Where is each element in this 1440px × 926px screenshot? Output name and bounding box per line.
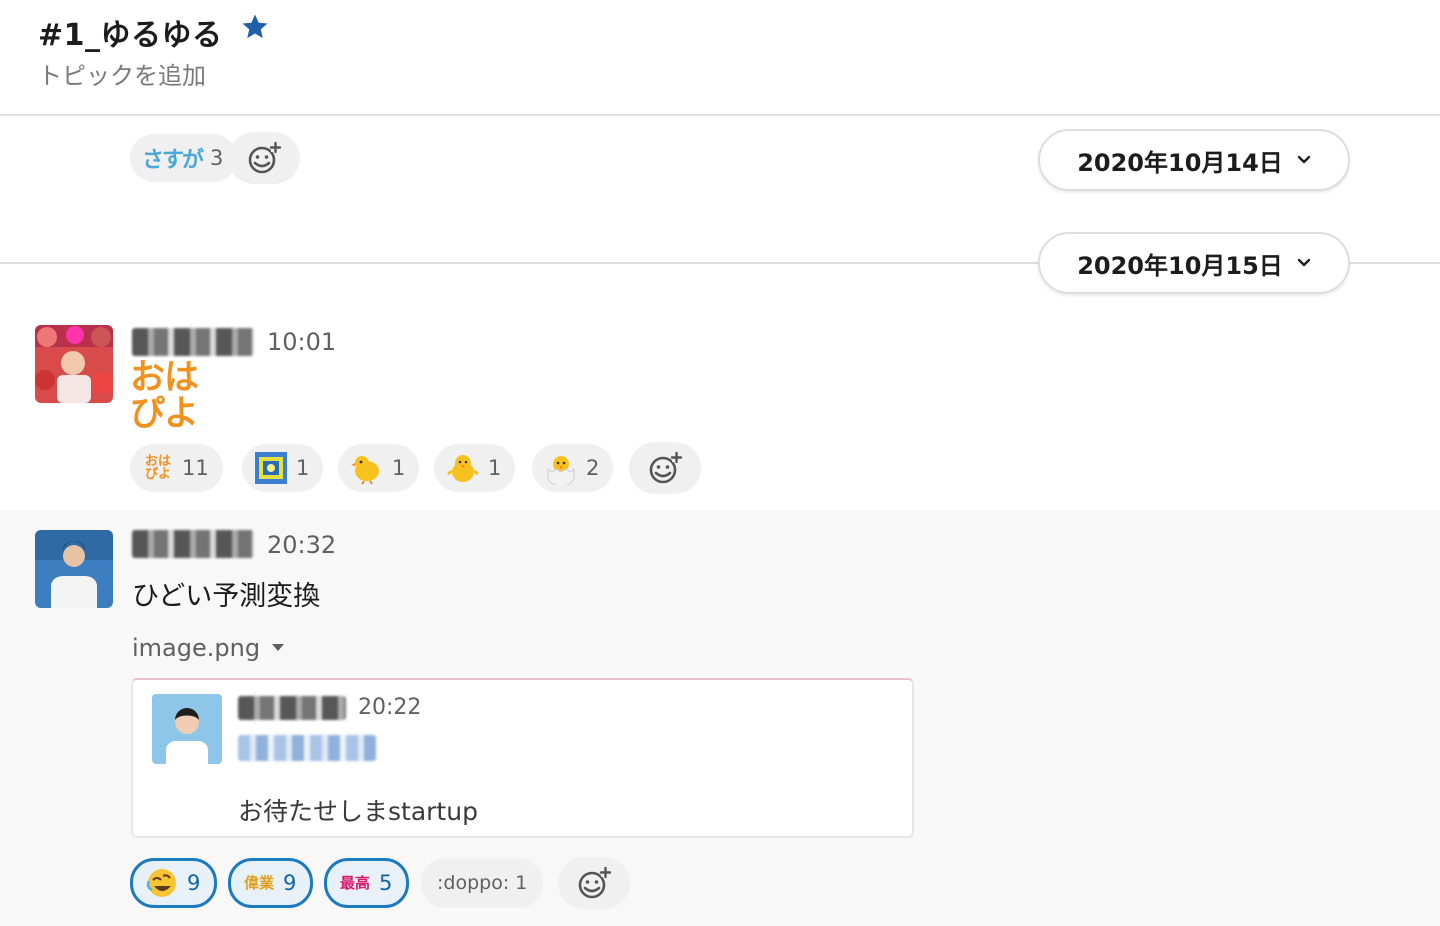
avatar xyxy=(152,694,222,764)
add-reaction-button[interactable] xyxy=(228,132,300,184)
reaction-ohapiyo[interactable]: おはぴよ 11 xyxy=(130,444,223,492)
user-name[interactable] xyxy=(132,328,254,356)
date-label: 2020年10月14日 xyxy=(1077,148,1283,177)
reaction-count: 9 xyxy=(187,871,201,895)
date-divider-button[interactable]: 2020年10月14日 xyxy=(1038,129,1350,191)
reaction-count: 1 xyxy=(296,456,310,480)
chevron-down-icon xyxy=(1297,258,1311,268)
user-name xyxy=(238,696,346,720)
message-timestamp[interactable]: 10:01 xyxy=(267,328,336,356)
saikou-emoji-icon: 最高 xyxy=(339,874,370,892)
message-text: ひどい予測変換 xyxy=(132,581,321,612)
reaction-laughing[interactable]: 9 xyxy=(130,858,218,908)
reaction-count: 11 xyxy=(182,456,209,480)
add-reaction-icon xyxy=(248,141,282,174)
star-icon[interactable] xyxy=(240,12,270,50)
add-reaction-button[interactable] xyxy=(629,442,701,494)
caret-down-icon[interactable] xyxy=(272,644,284,651)
reaction-count: 1 xyxy=(392,456,406,480)
add-reaction-icon xyxy=(649,451,683,484)
reaction-saikou[interactable]: 最高 5 xyxy=(324,858,410,908)
chevron-down-icon xyxy=(1297,155,1311,165)
ohapiyo-emoji-icon: おはぴよ xyxy=(130,358,199,434)
message-timestamp[interactable]: 20:32 xyxy=(267,531,336,559)
reaction-chick-side[interactable]: 1 xyxy=(338,444,420,492)
reaction-hatching-chick[interactable]: 2 xyxy=(532,444,614,492)
ohapiyo-emoji-icon: おはぴよ xyxy=(144,454,171,482)
sasuga-emoji-icon: さすが xyxy=(142,148,204,173)
add-topic-link[interactable]: トピックを追加 xyxy=(38,56,206,91)
reaction-count: 1 xyxy=(488,456,502,480)
blurred-text xyxy=(238,735,376,761)
channel-title[interactable]: #1_ゆるゆる xyxy=(38,10,223,54)
reaction-count: 3 xyxy=(210,146,224,170)
blue-stamp-emoji-icon xyxy=(254,451,288,485)
user-name[interactable] xyxy=(132,530,254,558)
date-divider-button[interactable]: 2020年10月15日 xyxy=(1038,232,1350,294)
date-label: 2020年10月15日 xyxy=(1077,251,1283,280)
hatching-chick-icon xyxy=(544,451,578,485)
file-name-toggle[interactable]: image.png xyxy=(132,634,260,662)
add-reaction-icon xyxy=(578,866,612,899)
reaction-igyou[interactable]: 偉業 9 xyxy=(228,858,314,908)
chick-front-icon xyxy=(446,451,480,485)
reaction-count: 9 xyxy=(283,871,297,895)
attachment-text: お待たせしまstartup xyxy=(238,797,478,826)
header-divider xyxy=(0,114,1440,116)
reaction-count: 5 xyxy=(379,871,393,895)
igyou-emoji-icon: 偉業 xyxy=(243,874,274,892)
reaction-blue-stamp[interactable]: 1 xyxy=(242,444,324,492)
reaction-sasuga[interactable]: さすが 3 xyxy=(130,134,238,182)
reaction-chick-front[interactable]: 1 xyxy=(434,444,516,492)
reaction-label: :doppo: 1 xyxy=(437,872,528,894)
attachment-timestamp: 20:22 xyxy=(358,695,422,720)
reaction-count: 2 xyxy=(586,456,600,480)
add-reaction-button[interactable] xyxy=(558,857,630,909)
chick-side-icon xyxy=(350,451,384,485)
avatar[interactable] xyxy=(35,325,113,403)
avatar[interactable] xyxy=(35,530,113,608)
rolling-laughing-icon xyxy=(145,866,179,900)
reaction-doppo[interactable]: :doppo: 1 xyxy=(421,858,544,908)
